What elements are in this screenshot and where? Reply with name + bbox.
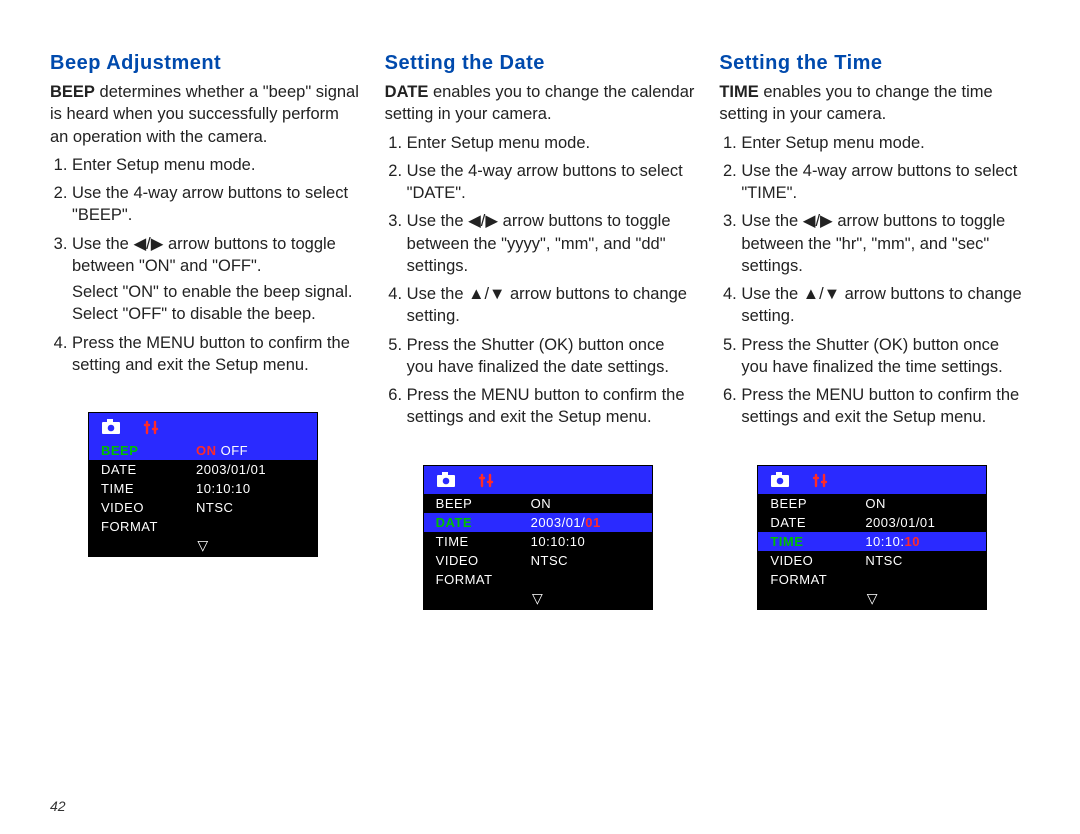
lcd-label: DATE	[101, 462, 196, 477]
camera-lcd-screenshot: BEEPONDATE2003/01/01TIME10:10:10VIDEONTS…	[423, 465, 653, 610]
lcd-value: 10:10:10	[196, 481, 251, 496]
camera-icon	[436, 472, 456, 488]
lcd-label: BEEP	[101, 443, 196, 458]
step: Enter Setup menu mode.	[741, 132, 1030, 154]
column: Beep Adjustment BEEP determines whether a…	[50, 52, 361, 834]
steps-list: Enter Setup menu mode. Use the 4-way arro…	[50, 154, 361, 382]
lcd-row: FORMAT	[424, 570, 652, 589]
step: Use the ▲/▼ arrow buttons to change sett…	[741, 283, 1030, 328]
down-triangle-icon: ▽	[424, 589, 652, 609]
lcd-label: FORMAT	[770, 572, 865, 587]
lcd-label: VIDEO	[436, 553, 531, 568]
step: Use the ◀/▶ arrow buttons to toggle betw…	[72, 233, 361, 326]
camera-icon	[770, 472, 790, 488]
steps-list: Enter Setup menu mode. Use the 4-way arro…	[385, 132, 696, 435]
section-heading: Setting the Time	[719, 52, 1030, 75]
lcd-row: VIDEONTSC	[424, 551, 652, 570]
settings-icon	[478, 472, 496, 488]
manual-page: Beep Adjustment BEEP determines whether a…	[0, 0, 1080, 834]
section-intro: DATE enables you to change the calendar …	[385, 81, 696, 126]
lcd-value: NTSC	[865, 553, 902, 568]
lcd-label: TIME	[436, 534, 531, 549]
lcd-label: FORMAT	[101, 519, 196, 534]
lcd-value: NTSC	[196, 500, 233, 515]
lcd-label: DATE	[770, 515, 865, 530]
section-heading: Setting the Date	[385, 52, 696, 75]
lcd-value: 2003/01/01	[531, 515, 601, 530]
lcd-row: BEEPON	[758, 494, 986, 513]
lcd-header	[758, 466, 986, 494]
section-intro: TIME enables you to change the time sett…	[719, 81, 1030, 126]
lcd-value: NTSC	[531, 553, 568, 568]
step: Use the ◀/▶ arrow buttons to toggle betw…	[407, 210, 696, 277]
camera-lcd-screenshot: BEEPONDATE2003/01/01TIME10:10:10VIDEONTS…	[757, 465, 987, 610]
steps-list: Enter Setup menu mode. Use the 4-way arro…	[719, 132, 1030, 435]
down-triangle-icon: ▽	[89, 536, 317, 556]
lcd-row: TIME10:10:10	[424, 532, 652, 551]
lcd-row: VIDEONTSC	[89, 498, 317, 517]
lcd-row: FORMAT	[89, 517, 317, 536]
lcd-value: 10:10:10	[531, 534, 586, 549]
step: Use the 4-way arrow buttons to select "D…	[407, 160, 696, 205]
step: Enter Setup menu mode.	[72, 154, 361, 176]
lcd-row: DATE2003/01/01	[758, 513, 986, 532]
step: Press the Shutter (OK) button once you h…	[741, 334, 1030, 379]
section-heading: Beep Adjustment	[50, 52, 361, 75]
step: Enter Setup menu mode.	[407, 132, 696, 154]
lcd-label: DATE	[436, 515, 531, 530]
lcd-row: BEEPON	[424, 494, 652, 513]
step: Press the MENU button to confirm the set…	[72, 332, 361, 377]
camera-lcd-screenshot: BEEPON OFFDATE2003/01/01TIME10:10:10VIDE…	[88, 412, 318, 557]
lcd-label: FORMAT	[436, 572, 531, 587]
lcd-header	[424, 466, 652, 494]
lcd-row: TIME10:10:10	[758, 532, 986, 551]
step: Press the MENU button to confirm the set…	[407, 384, 696, 429]
step: Use the 4-way arrow buttons to select "B…	[72, 182, 361, 227]
page-number: 42	[50, 798, 66, 814]
lcd-row: DATE2003/01/01	[424, 513, 652, 532]
settings-icon	[812, 472, 830, 488]
column: Setting the Time TIME enables you to chan…	[719, 52, 1030, 834]
lcd-value: ON OFF	[196, 443, 248, 458]
lcd-label: VIDEO	[770, 553, 865, 568]
step: Use the ▲/▼ arrow buttons to change sett…	[407, 283, 696, 328]
settings-icon	[143, 419, 161, 435]
step: Press the MENU button to confirm the set…	[741, 384, 1030, 429]
lcd-label: TIME	[770, 534, 865, 549]
lcd-row: FORMAT	[758, 570, 986, 589]
lcd-label: BEEP	[436, 496, 531, 511]
lcd-header	[89, 413, 317, 441]
lcd-value: 2003/01/01	[196, 462, 266, 477]
lcd-row: BEEPON OFF	[89, 441, 317, 460]
lcd-label: TIME	[101, 481, 196, 496]
step-note: Select "ON" to enable the beep signal. S…	[72, 281, 361, 326]
step: Press the Shutter (OK) button once you h…	[407, 334, 696, 379]
lcd-row: VIDEONTSC	[758, 551, 986, 570]
lcd-value: ON	[865, 496, 886, 511]
down-triangle-icon: ▽	[758, 589, 986, 609]
lcd-row: TIME10:10:10	[89, 479, 317, 498]
lcd-value: ON	[531, 496, 552, 511]
step: Use the 4-way arrow buttons to select "T…	[741, 160, 1030, 205]
lcd-label: BEEP	[770, 496, 865, 511]
column: Setting the Date DATE enables you to chan…	[385, 52, 696, 834]
section-intro: BEEP determines whether a "beep" signal …	[50, 81, 361, 148]
lcd-value: 10:10:10	[865, 534, 920, 549]
lcd-label: VIDEO	[101, 500, 196, 515]
lcd-row: DATE2003/01/01	[89, 460, 317, 479]
step: Use the ◀/▶ arrow buttons to toggle betw…	[741, 210, 1030, 277]
lcd-value: 2003/01/01	[865, 515, 935, 530]
camera-icon	[101, 419, 121, 435]
